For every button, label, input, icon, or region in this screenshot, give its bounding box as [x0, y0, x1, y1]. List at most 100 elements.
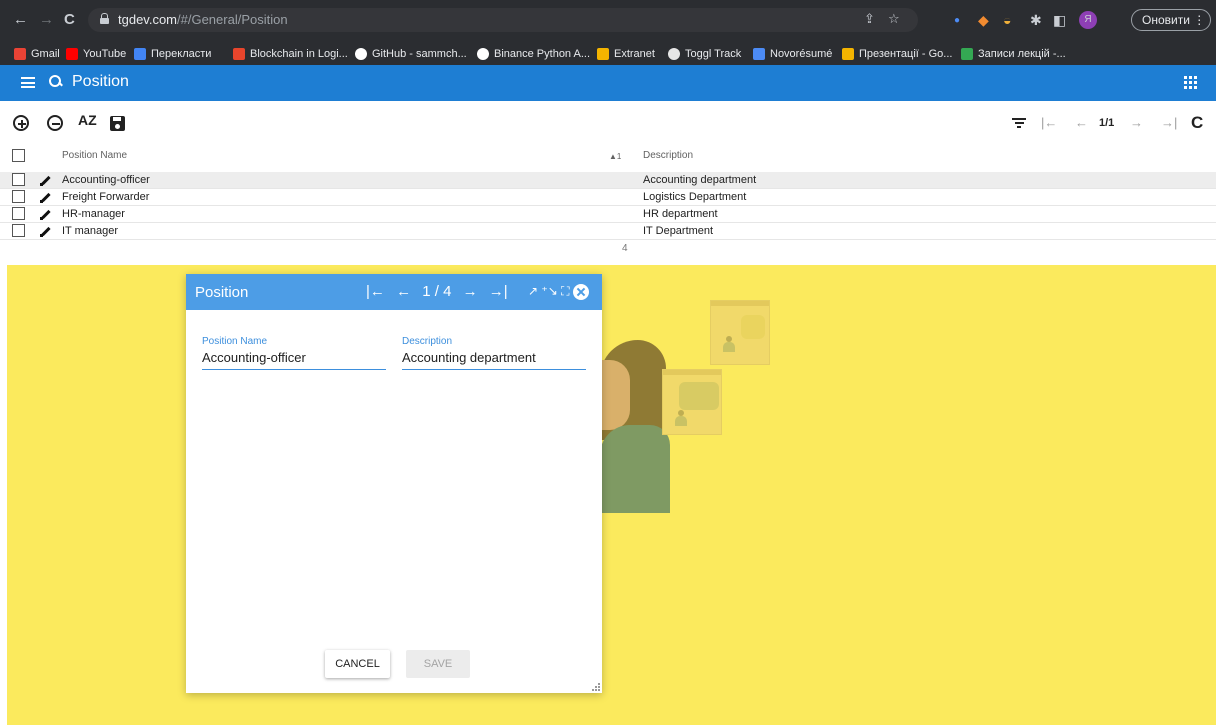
edit-pencil-icon[interactable]: [40, 209, 51, 220]
sort-az-icon[interactable]: AZ: [78, 112, 97, 128]
dialog-record-nav: |← ← 1 / 4 → →|: [366, 283, 515, 300]
save-icon[interactable]: [110, 116, 125, 131]
table-row[interactable]: HR-manager HR department: [0, 206, 1216, 223]
pager-last-icon[interactable]: →|: [1161, 115, 1177, 130]
bookmark-github[interactable]: GitHub - sammch...: [355, 47, 467, 61]
pager-next-icon[interactable]: →: [1130, 115, 1143, 130]
dialog-header: Position |← ← 1 / 4 → →| ↗ ⁺↘ ⛶: [186, 274, 602, 310]
bookmark-lectures[interactable]: Записи лекцій -...: [961, 47, 1066, 61]
illustration-screen: [662, 369, 722, 435]
hamburger-menu-icon[interactable]: [21, 77, 35, 88]
cancel-button[interactable]: CANCEL: [325, 650, 390, 678]
bookmark-youtube[interactable]: YouTube: [66, 47, 126, 61]
position-name-field[interactable]: Accounting-officer: [202, 346, 386, 370]
youtube-icon: [66, 48, 78, 60]
edit-pencil-icon[interactable]: [40, 192, 51, 203]
dialog-title: Position: [195, 284, 249, 301]
url-text: tgdev.com/#/General/Position: [118, 12, 288, 27]
bookmark-toggl[interactable]: Toggl Track: [668, 47, 741, 61]
table-row[interactable]: IT manager IT Department: [0, 223, 1216, 240]
grid-toolbar: [0, 101, 1216, 145]
reload-icon[interactable]: C: [64, 10, 75, 30]
side-panel-icon[interactable]: ◧: [1053, 10, 1066, 30]
table-row[interactable]: Accounting-officer Accounting department: [0, 172, 1216, 189]
column-header-position-name[interactable]: Position Name: [62, 150, 127, 161]
bookmark-novoresume[interactable]: Novorésumé: [753, 47, 832, 61]
novoresume-icon: [753, 48, 765, 60]
page-title: Position: [72, 73, 129, 90]
search-icon[interactable]: [49, 75, 62, 88]
dialog-expand-icons[interactable]: ↗ ⁺↘ ⛶: [528, 284, 570, 299]
bookmark-presentations[interactable]: Презентації - Go...: [842, 47, 952, 61]
row-checkbox[interactable]: [12, 190, 25, 203]
extranet-icon: [597, 48, 609, 60]
app-bar: Position: [0, 65, 1216, 101]
remove-circle-icon[interactable]: [47, 115, 63, 131]
description-field[interactable]: Accounting department: [402, 346, 586, 370]
filter-icon[interactable]: [1012, 118, 1026, 128]
save-button[interactable]: SAVE: [406, 650, 470, 678]
cell-description: IT Department: [643, 225, 714, 237]
update-browser-button[interactable]: Оновити ⋮: [1131, 9, 1211, 31]
row-checkbox[interactable]: [12, 207, 25, 220]
apps-grid-icon[interactable]: [1184, 76, 1197, 89]
browser-toolbar: ← → C tgdev.com/#/General/Position ☆ ⇪ ●…: [0, 0, 1216, 45]
bookmarks-bar: Gmail YouTube Перекласти Blockchain in L…: [0, 44, 1216, 65]
translate-icon: [134, 48, 146, 60]
column-header-description[interactable]: Description: [643, 150, 693, 161]
bookmark-blockchain[interactable]: Blockchain in Logi...: [233, 47, 348, 61]
cell-position-name: IT manager: [62, 225, 119, 237]
gmail-icon: [14, 48, 26, 60]
edit-pencil-icon[interactable]: [40, 226, 51, 237]
row-count: 4: [622, 243, 628, 254]
add-circle-icon[interactable]: [13, 115, 29, 131]
bookmark-gmail[interactable]: Gmail: [14, 47, 60, 61]
sort-indicator: ▲1: [609, 152, 622, 161]
toggl-icon: [668, 48, 680, 60]
illustration-person-face: [600, 360, 630, 430]
address-bar[interactable]: tgdev.com/#/General/Position ☆ ⇪: [88, 8, 918, 32]
dialog-next-icon[interactable]: →: [463, 283, 478, 300]
pager-first-icon[interactable]: |←: [1041, 115, 1057, 130]
bookmark-star-icon[interactable]: ☆: [888, 9, 900, 29]
close-icon[interactable]: [573, 284, 589, 300]
github-icon: [355, 48, 367, 60]
bookmark-translate[interactable]: Перекласти: [134, 47, 211, 61]
refresh-icon[interactable]: C: [1191, 113, 1203, 133]
blockchain-icon: [233, 48, 245, 60]
metamask-icon[interactable]: ◆: [978, 10, 989, 30]
pager-count: 1/1: [1099, 117, 1115, 129]
table-row[interactable]: Freight Forwarder Logistics Department: [0, 189, 1216, 206]
dialog-last-icon[interactable]: →|: [489, 283, 508, 300]
forward-arrow-icon[interactable]: →: [39, 10, 54, 30]
resize-handle[interactable]: [592, 683, 600, 691]
cell-description: Logistics Department: [643, 191, 747, 203]
extension-basket-icon[interactable]: ◒: [1003, 10, 1011, 30]
illustration-screen: [710, 300, 770, 365]
dialog-prev-icon[interactable]: ←: [396, 283, 411, 300]
google-drive-icon: [842, 48, 854, 60]
select-all-checkbox[interactable]: [12, 149, 25, 162]
cell-position-name: HR-manager: [62, 208, 125, 220]
cell-description: HR department: [643, 208, 718, 220]
dialog-first-icon[interactable]: |←: [366, 283, 385, 300]
row-checkbox[interactable]: [12, 173, 25, 186]
extensions-puzzle-icon[interactable]: ✱: [1030, 10, 1042, 30]
edit-pencil-icon[interactable]: [40, 175, 51, 186]
bookmark-binance[interactable]: Binance Python A...: [477, 47, 590, 61]
extension-circle-icon[interactable]: ●: [954, 11, 960, 31]
google-drive-icon: [961, 48, 973, 60]
illustration-person-body: [600, 425, 670, 513]
pager-prev-icon[interactable]: ←: [1075, 115, 1088, 130]
position-dialog: Position |← ← 1 / 4 → →| ↗ ⁺↘ ⛶ Position…: [186, 274, 602, 693]
cell-position-name: Accounting-officer: [62, 174, 150, 186]
share-icon[interactable]: ⇪: [864, 9, 875, 29]
profile-avatar[interactable]: Я: [1079, 11, 1097, 29]
back-arrow-icon[interactable]: ←: [13, 10, 28, 30]
lock-icon: [100, 13, 109, 24]
cell-description: Accounting department: [643, 174, 757, 186]
dialog-record-counter: 1 / 4: [422, 283, 452, 300]
row-checkbox[interactable]: [12, 224, 25, 237]
bookmark-extranet[interactable]: Extranet: [597, 47, 655, 61]
grid-header: [0, 145, 1216, 171]
